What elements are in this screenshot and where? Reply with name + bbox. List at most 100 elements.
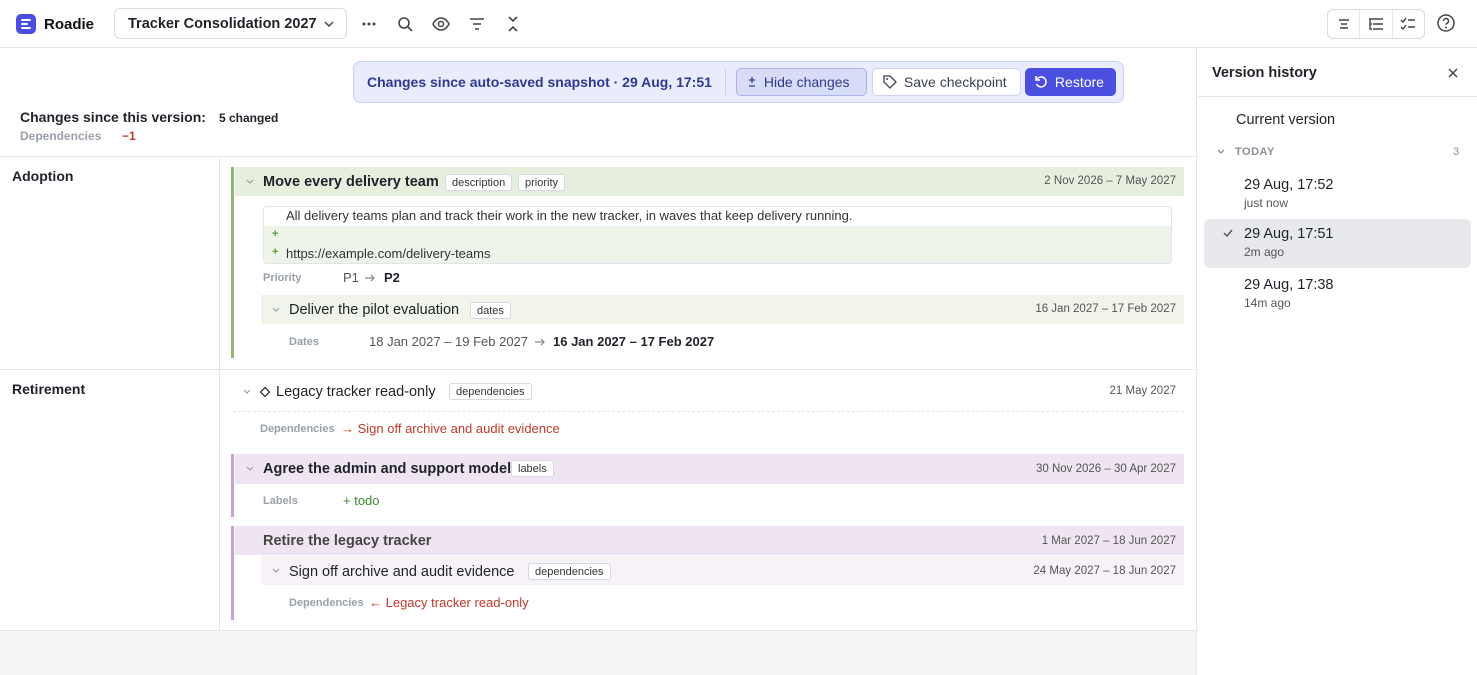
description-line-added: + https://example.com/delivery-teams	[264, 244, 1171, 263]
dependency-removed[interactable]: ← Legacy tracker read-only	[369, 595, 529, 610]
filter-icon[interactable]	[466, 13, 488, 35]
view-switcher	[1327, 9, 1425, 39]
item-dates: 21 May 2027	[1109, 385, 1177, 397]
version-time: 29 Aug, 17:52	[1244, 177, 1334, 193]
lane-label-adoption: Adoption	[12, 168, 74, 184]
item-dates: 1 Mar 2027 – 18 Jun 2027	[1041, 535, 1176, 547]
plan-selector[interactable]: Tracker Consolidation 2027	[114, 8, 347, 39]
priority-old: P1	[343, 270, 359, 285]
changes-summary-title: Changes since this version:	[20, 109, 206, 125]
item-title[interactable]: Move every delivery team	[263, 174, 439, 190]
summary-dependencies-label: Dependencies	[20, 129, 102, 143]
version-history-panel: Version history Current version TODAY 3 …	[1198, 48, 1477, 675]
chevron-down-icon	[1217, 149, 1225, 154]
close-icon[interactable]	[1446, 66, 1460, 80]
item-title[interactable]: Sign off archive and audit evidence	[289, 564, 514, 580]
version-item[interactable]: 29 Aug, 17:52 just now	[1204, 170, 1471, 219]
restore-button[interactable]: Restore	[1024, 68, 1116, 96]
summary-dependencies-delta: −1	[122, 129, 136, 143]
outline-view-icon[interactable]	[1328, 10, 1361, 38]
lane-label-retirement: Retirement	[12, 381, 86, 397]
logo-icon	[16, 14, 36, 34]
version-ago: just now	[1244, 196, 1289, 210]
restore-icon	[1035, 75, 1047, 88]
chevron-down-icon	[324, 21, 334, 28]
divider	[233, 411, 1184, 412]
more-icon[interactable]	[358, 13, 380, 35]
divider	[1198, 96, 1477, 97]
chevron-down-icon[interactable]	[245, 464, 255, 474]
version-ago: 14m ago	[1244, 296, 1291, 310]
dependency-removed[interactable]: → Sign off archive and audit evidence	[341, 421, 560, 436]
dates-new: 16 Jan 2027 – 17 Feb 2027	[553, 334, 715, 349]
dates-label: Dates	[289, 336, 319, 348]
item-dates: 24 May 2027 – 18 Jun 2027	[1033, 565, 1176, 577]
help-icon[interactable]	[1436, 13, 1456, 36]
version-item[interactable]: 29 Aug, 17:38 14m ago	[1204, 270, 1471, 319]
dependencies-label: Dependencies	[260, 423, 335, 435]
version-item-selected[interactable]: 29 Aug, 17:51 2m ago	[1204, 219, 1471, 268]
search-icon[interactable]	[394, 13, 416, 35]
chevron-down-icon[interactable]	[242, 387, 252, 397]
change-bar	[231, 526, 234, 620]
item-dates: 30 Nov 2026 – 30 Apr 2027	[1035, 463, 1176, 475]
chevron-down-icon[interactable]	[271, 305, 281, 315]
restore-label: Restore	[1054, 74, 1104, 90]
save-checkpoint-button[interactable]: Save checkpoint	[871, 68, 1021, 96]
collapse-icon[interactable]	[502, 13, 524, 35]
tag-icon	[883, 75, 897, 89]
plan-name: Tracker Consolidation 2027	[128, 15, 317, 32]
description-line: All delivery teams plan and track their …	[264, 207, 1171, 225]
label-added: + todo	[343, 493, 380, 508]
change-tag: description	[445, 174, 513, 191]
banner-divider	[724, 69, 726, 95]
plus-minus-icon	[748, 77, 755, 87]
main-area: Changes since auto-saved snapshot · 29 A…	[0, 48, 1197, 675]
hide-changes-label: Hide changes	[763, 74, 850, 90]
top-bar: Roadie Tracker Consolidation 2027	[0, 0, 1477, 48]
change-tag: dependencies	[528, 563, 611, 580]
changes-banner: Changes since auto-saved snapshot · 29 A…	[353, 61, 1124, 103]
dependencies-label: Dependencies	[289, 597, 364, 609]
lane-divider	[219, 156, 220, 631]
app-name: Roadie	[44, 15, 95, 33]
chevron-down-icon[interactable]	[245, 177, 255, 187]
priority-label: Priority	[263, 272, 302, 284]
banner-text: Changes since auto-saved snapshot · 29 A…	[367, 74, 712, 90]
item-dates: 16 Jan 2027 – 17 Feb 2027	[1035, 303, 1176, 315]
changes-count: 5 changed	[219, 111, 279, 125]
divider	[0, 156, 1196, 157]
labels-label: Labels	[263, 495, 298, 507]
priority-new: P2	[384, 270, 400, 285]
checklist-view-icon[interactable]	[1393, 10, 1424, 38]
item-title[interactable]: Legacy tracker read-only	[276, 384, 436, 400]
added-marker: +	[272, 228, 279, 240]
change-bar	[231, 454, 234, 517]
item-title[interactable]: Agree the admin and support model	[263, 461, 511, 477]
arrow-right-icon	[365, 274, 375, 282]
check-icon	[1223, 229, 1233, 238]
save-checkpoint-label: Save checkpoint	[903, 74, 1007, 90]
hide-changes-button[interactable]: Hide changes	[735, 68, 867, 96]
timeline-content: Changes since auto-saved snapshot · 29 A…	[0, 48, 1196, 631]
app-logo[interactable]: Roadie	[16, 14, 94, 34]
item-title[interactable]: Deliver the pilot evaluation	[289, 302, 459, 318]
item-title[interactable]: Retire the legacy tracker	[263, 533, 431, 549]
added-marker: +	[272, 246, 279, 258]
version-time: 29 Aug, 17:51	[1244, 226, 1334, 242]
eye-icon[interactable]	[430, 13, 452, 35]
current-version-item[interactable]: Current version	[1236, 112, 1335, 128]
change-tag: priority	[518, 174, 566, 191]
description-diff: All delivery teams plan and track their …	[263, 206, 1172, 264]
version-group-header[interactable]: TODAY	[1216, 146, 1275, 158]
version-time: 29 Aug, 17:38	[1244, 277, 1334, 293]
version-ago: 2m ago	[1244, 245, 1285, 259]
change-tag: dates	[470, 302, 511, 319]
version-group-count: 3	[1453, 146, 1460, 158]
chevron-down-icon[interactable]	[271, 566, 281, 576]
description-link[interactable]: https://example.com/delivery-teams	[286, 246, 490, 261]
version-group-label: TODAY	[1235, 146, 1275, 158]
tree-view-icon[interactable]	[1360, 10, 1393, 38]
change-tag: labels	[511, 460, 554, 477]
panel-title: Version history	[1212, 65, 1317, 81]
